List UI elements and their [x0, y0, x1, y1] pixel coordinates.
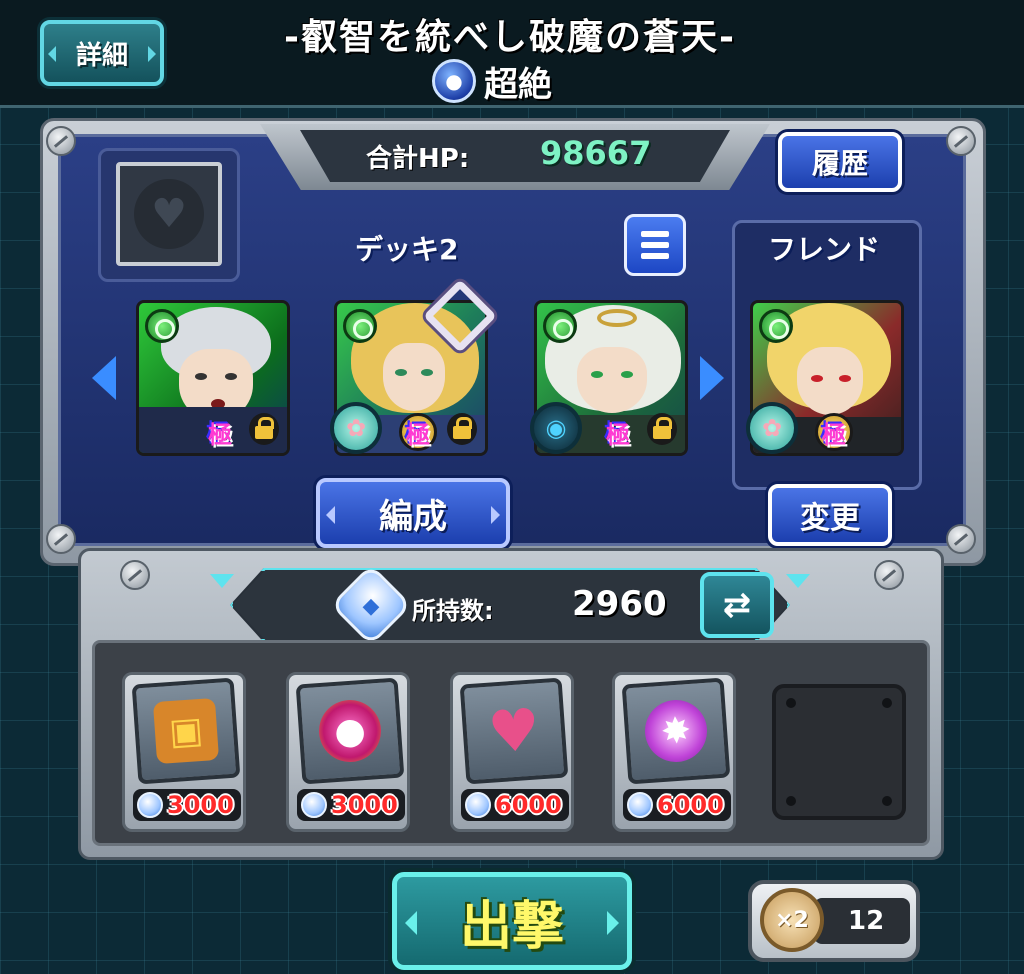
screw-icon — [946, 126, 976, 156]
history-button[interactable]: 履歴 — [778, 132, 902, 192]
item-tile: ▣ — [131, 677, 241, 785]
goku-badge: 極 — [815, 413, 853, 451]
link-icon — [430, 288, 490, 344]
item-cost: 6000 — [461, 789, 569, 821]
cost-value: 3000 — [167, 791, 234, 819]
next-deck-arrow-icon[interactable] — [700, 356, 724, 400]
lotus-ability-icon: ✿ — [330, 402, 382, 454]
quest-title: -叡智を統べし破魔の蒼天- — [284, 17, 736, 58]
wood-element-icon — [343, 309, 377, 343]
heart-icon: ♥ — [134, 179, 204, 249]
difficulty-label: 超絶 — [484, 64, 552, 105]
boost-coin-icon: ×2 — [760, 888, 824, 952]
goku-badge: 極 — [399, 413, 437, 451]
heart-plus-icon: ♥ — [485, 695, 543, 767]
character-slot-1[interactable]: 極 — [136, 300, 290, 456]
sortie-button[interactable]: 出撃 — [392, 872, 632, 970]
magic-burst-icon: ✸ — [642, 697, 710, 765]
screw-icon — [46, 524, 76, 554]
lock-icon — [647, 413, 677, 445]
orb-glyph-icon: ◆ — [362, 593, 380, 619]
wood-element-icon — [543, 309, 577, 343]
cost-value: 3000 — [331, 791, 398, 819]
speed-orb-icon: ● — [316, 697, 384, 765]
item-slot-heart[interactable]: ♥ 6000 — [450, 672, 574, 832]
boost-count: 12 — [848, 906, 885, 936]
item-cost: 6000 — [623, 789, 731, 821]
lock-icon — [249, 413, 279, 445]
cost-value: 6000 — [495, 791, 562, 819]
stock-value: 2960 — [572, 584, 667, 624]
stock-label: 所持数: — [412, 597, 494, 625]
triangle-marker-icon — [786, 574, 810, 588]
screw-icon — [874, 560, 904, 590]
screw-icon — [946, 524, 976, 554]
lock-icon — [447, 413, 477, 445]
item-tile: ● — [295, 677, 405, 785]
total-hp-value: 98667 — [540, 134, 652, 172]
hp-bar — [300, 130, 730, 182]
orb-icon — [627, 792, 653, 818]
formation-button[interactable]: 編成 — [316, 478, 510, 548]
goku-badge: 極 — [606, 420, 630, 449]
total-hp-label: 合計HP: — [366, 144, 470, 174]
treasure-chest-icon: ▣ — [152, 697, 220, 765]
goku-badge: 極 — [208, 420, 232, 449]
item-tile: ♥ — [459, 677, 569, 785]
orb-icon — [301, 792, 327, 818]
deck-label: デッキ2 — [355, 233, 459, 266]
swap-arrows-button[interactable]: ⇄ — [700, 572, 774, 638]
wood-element-icon — [759, 309, 793, 343]
empty-item-slot[interactable] — [772, 684, 906, 820]
item-cost: 3000 — [133, 789, 241, 821]
friend-label: フレンド — [768, 233, 881, 266]
item-tile: ✸ — [621, 677, 731, 785]
item-cost: 3000 — [297, 789, 405, 821]
dark-ability-icon: ◉ — [530, 402, 582, 454]
item-slot-speed[interactable]: ● 3000 — [286, 672, 410, 832]
screw-icon — [120, 560, 150, 590]
detail-button[interactable]: 詳細 — [40, 20, 164, 86]
change-friend-button[interactable]: 変更 — [768, 484, 892, 546]
difficulty-row: ● 超絶 — [432, 58, 552, 105]
orb-icon — [137, 792, 163, 818]
wood-element-icon — [145, 309, 179, 343]
prev-deck-arrow-icon[interactable] — [92, 356, 116, 400]
item-slot-treasure[interactable]: ▣ 3000 — [122, 672, 246, 832]
lotus-ability-icon: ✿ — [746, 402, 798, 454]
item-slot-burst[interactable]: ✸ 6000 — [612, 672, 736, 832]
screw-icon — [46, 126, 76, 156]
list-menu-button[interactable] — [624, 214, 686, 276]
cost-value: 6000 — [657, 791, 724, 819]
triangle-marker-icon — [210, 574, 234, 588]
orb-icon — [465, 792, 491, 818]
water-element-icon: ● — [432, 59, 476, 103]
heart-slot[interactable]: ♥ — [116, 162, 222, 266]
